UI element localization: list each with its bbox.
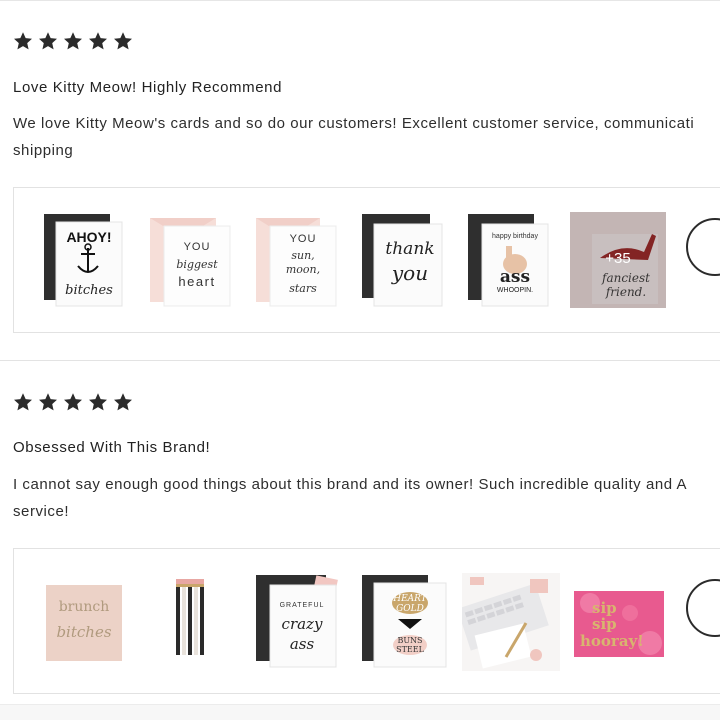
star-icon (114, 393, 132, 411)
card-text: stars (289, 282, 317, 295)
card-text: HEART (392, 594, 428, 604)
star-icon (89, 393, 107, 411)
review-card: Obsessed With This Brand! I cannot say e… (0, 361, 720, 701)
review-body: I cannot say enough good things about th… (13, 471, 720, 525)
card-text: brunch (59, 599, 110, 615)
star-icon (89, 32, 107, 50)
card-text: BUNS (397, 636, 422, 645)
more-photos-count: +35 (570, 212, 666, 308)
star-icon (64, 32, 82, 50)
card-text: heart (178, 274, 215, 289)
star-rating (12, 391, 134, 413)
star-icon (39, 393, 57, 411)
card-text: AHOY! (66, 229, 111, 245)
star-icon (14, 32, 32, 50)
card-text: you (391, 261, 428, 285)
card-text: STEEL (396, 645, 424, 654)
thank-you-card-icon[interactable]: thank you (360, 212, 458, 310)
ass-whoopin-card-icon[interactable]: happy birthday ass WHOOPIN. (466, 212, 564, 310)
card-text: ass (290, 635, 315, 653)
review-body: We love Kitty Meow's cards and so do our… (13, 110, 720, 164)
next-review-edge (0, 704, 720, 720)
card-text: WHOOPIN. (497, 287, 533, 294)
card-text: ass (500, 267, 530, 287)
card-text: bitches (65, 283, 113, 298)
card-text: crazy (282, 615, 323, 633)
card-text: moon, (286, 263, 320, 276)
gallery-next-button[interactable] (686, 218, 720, 276)
card-text: sun, (291, 249, 314, 262)
card-text: bitches (56, 623, 111, 641)
review-photo-gallery: AHOY! bitches YOU biggest heart YOU sun,… (13, 187, 720, 333)
card-text: sip (592, 615, 617, 633)
review-card: Love Kitty Meow! Highly Recommend We lov… (0, 0, 720, 360)
pencils-icon[interactable] (148, 573, 246, 671)
star-icon (14, 393, 32, 411)
review-body-line: I cannot say enough good things about th… (13, 476, 688, 493)
star-icon (39, 32, 57, 50)
brunch-card-icon[interactable]: brunch bitches (42, 573, 140, 671)
review-title: Obsessed With This Brand! (13, 439, 211, 456)
card-text: YOU (290, 233, 317, 245)
card-text: GOLD (396, 604, 424, 614)
gallery-next-button[interactable] (686, 579, 720, 637)
star-icon (64, 393, 82, 411)
desk-flatlay-icon[interactable] (462, 573, 560, 671)
card-text: GRATEFUL (280, 602, 325, 609)
card-text: biggest (176, 258, 218, 271)
star-icon (114, 32, 132, 50)
sip-sip-hooray-card-icon[interactable]: sip sip hooray! (570, 573, 668, 671)
card-text: happy birthday (492, 233, 538, 240)
review-photo-gallery: brunch bitches GRATEFUL crazy ass HEART … (13, 548, 720, 694)
heart-of-gold-card-icon[interactable]: HEART GOLD BUNS STEEL (360, 573, 458, 671)
card-text: thank (385, 239, 434, 259)
star-rating (12, 30, 134, 52)
more-photos-tile[interactable]: fanciest friend. +35 (570, 212, 668, 310)
review-body-line: service! (13, 503, 70, 520)
review-title: Love Kitty Meow! Highly Recommend (13, 79, 283, 96)
card-text: hooray! (580, 632, 644, 650)
ahoy-card-icon[interactable]: AHOY! bitches (42, 212, 140, 310)
biggest-heart-card-icon[interactable]: YOU biggest heart (148, 212, 246, 310)
sun-moon-stars-card-icon[interactable]: YOU sun, moon, stars (254, 212, 352, 310)
card-text: YOU (184, 241, 211, 253)
review-body-line: shipping (13, 142, 74, 159)
review-body-line: We love Kitty Meow's cards and so do our… (13, 115, 695, 132)
crazy-ass-card-icon[interactable]: GRATEFUL crazy ass (254, 573, 352, 671)
